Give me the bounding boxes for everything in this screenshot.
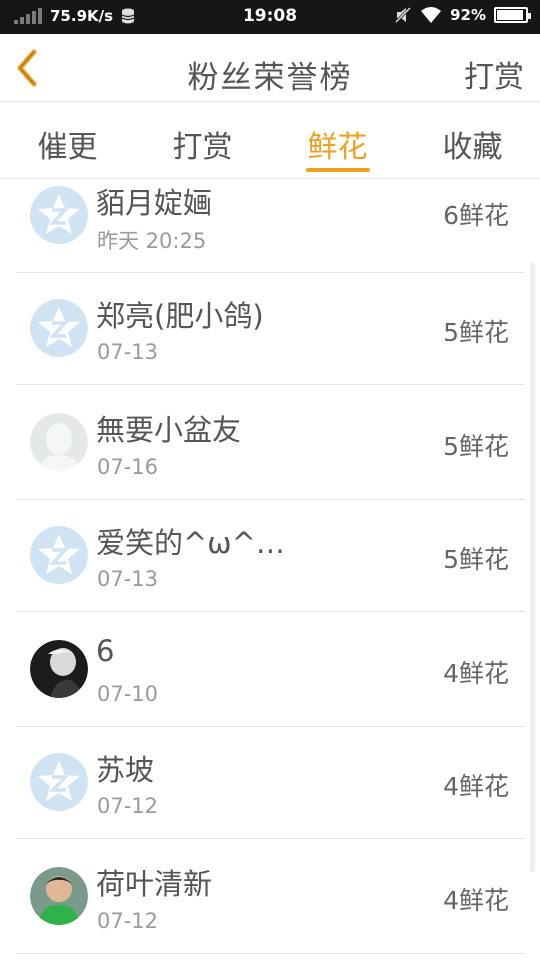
tab-bar: 催更 打赏 鲜花 收藏: [0, 102, 540, 179]
flower-count: 4鲜花: [443, 659, 509, 688]
flower-count: 4鲜花: [443, 886, 509, 915]
fan-name: 無要小盆友: [96, 413, 242, 447]
fan-name: 6: [96, 634, 115, 668]
fan-name: 爱笑的^ω^…: [96, 526, 285, 560]
list-item[interactable]: 貊月婝婳 昨天 20:25 6鲜花: [16, 180, 525, 273]
scrollbar[interactable]: [530, 262, 535, 872]
list-item[interactable]: 郑亮(肥小鸽) 07-13 5鲜花: [16, 273, 525, 385]
fan-date: 07-16: [97, 455, 159, 479]
qq-default-avatar-icon: [30, 186, 88, 244]
fan-date: 07-10: [97, 682, 159, 706]
fan-name: 荷叶清新: [96, 867, 213, 901]
list-item[interactable]: 荷叶清新 07-12 4鲜花: [16, 839, 525, 954]
fan-date: 07-13: [97, 567, 159, 591]
page-title: 粉丝荣誉榜: [187, 60, 353, 96]
photo-avatar: [30, 640, 88, 698]
flower-count: 5鲜花: [443, 432, 509, 461]
tab-flowers[interactable]: 鲜花: [270, 102, 405, 178]
flower-count: 4鲜花: [443, 772, 509, 801]
fan-name: 貊月婝婳: [96, 186, 213, 220]
list-item[interactable]: 苏坡 07-12 4鲜花: [16, 727, 525, 839]
flower-count: 5鲜花: [443, 318, 509, 347]
fan-date: 07-13: [97, 340, 159, 364]
header: 粉丝荣誉榜 打赏: [0, 34, 540, 102]
flower-count: 6鲜花: [443, 201, 509, 230]
list-item[interactable]: 爱笑的^ω^… 07-13 5鲜花: [16, 500, 525, 612]
qq-default-avatar-icon: [30, 753, 88, 811]
list-item[interactable]: 無要小盆友 07-16 5鲜花: [16, 385, 525, 500]
reward-button[interactable]: 打赏: [464, 52, 524, 96]
wifi-icon: [421, 7, 442, 23]
fan-date: 07-12: [97, 909, 159, 933]
mute-icon: [395, 6, 412, 24]
battery-percent: 92%: [450, 6, 486, 24]
fan-name: 苏坡: [96, 753, 155, 787]
battery-icon: [494, 7, 531, 23]
qq-default-avatar-icon: [30, 526, 88, 584]
flower-count: 5鲜花: [443, 545, 509, 574]
tab-urge[interactable]: 催更: [0, 102, 135, 178]
silhouette-avatar-icon: [30, 413, 88, 471]
list-item[interactable]: 6 07-10 4鲜花: [16, 612, 525, 727]
status-bar: 75.9K/s 19:08 92%: [0, 0, 540, 34]
fan-date: 07-12: [97, 794, 159, 818]
photo-avatar: [30, 867, 88, 925]
qq-default-avatar-icon: [30, 299, 88, 357]
tab-favorites[interactable]: 收藏: [405, 102, 540, 178]
fan-name: 郑亮(肥小鸽): [96, 299, 264, 333]
fan-date: 昨天 20:25: [97, 229, 207, 253]
tab-reward[interactable]: 打赏: [135, 102, 270, 178]
rank-list[interactable]: 貊月婝婳 昨天 20:25 6鲜花 郑亮(肥小鸽) 07-13 5鲜花 無要小盆…: [0, 180, 540, 960]
